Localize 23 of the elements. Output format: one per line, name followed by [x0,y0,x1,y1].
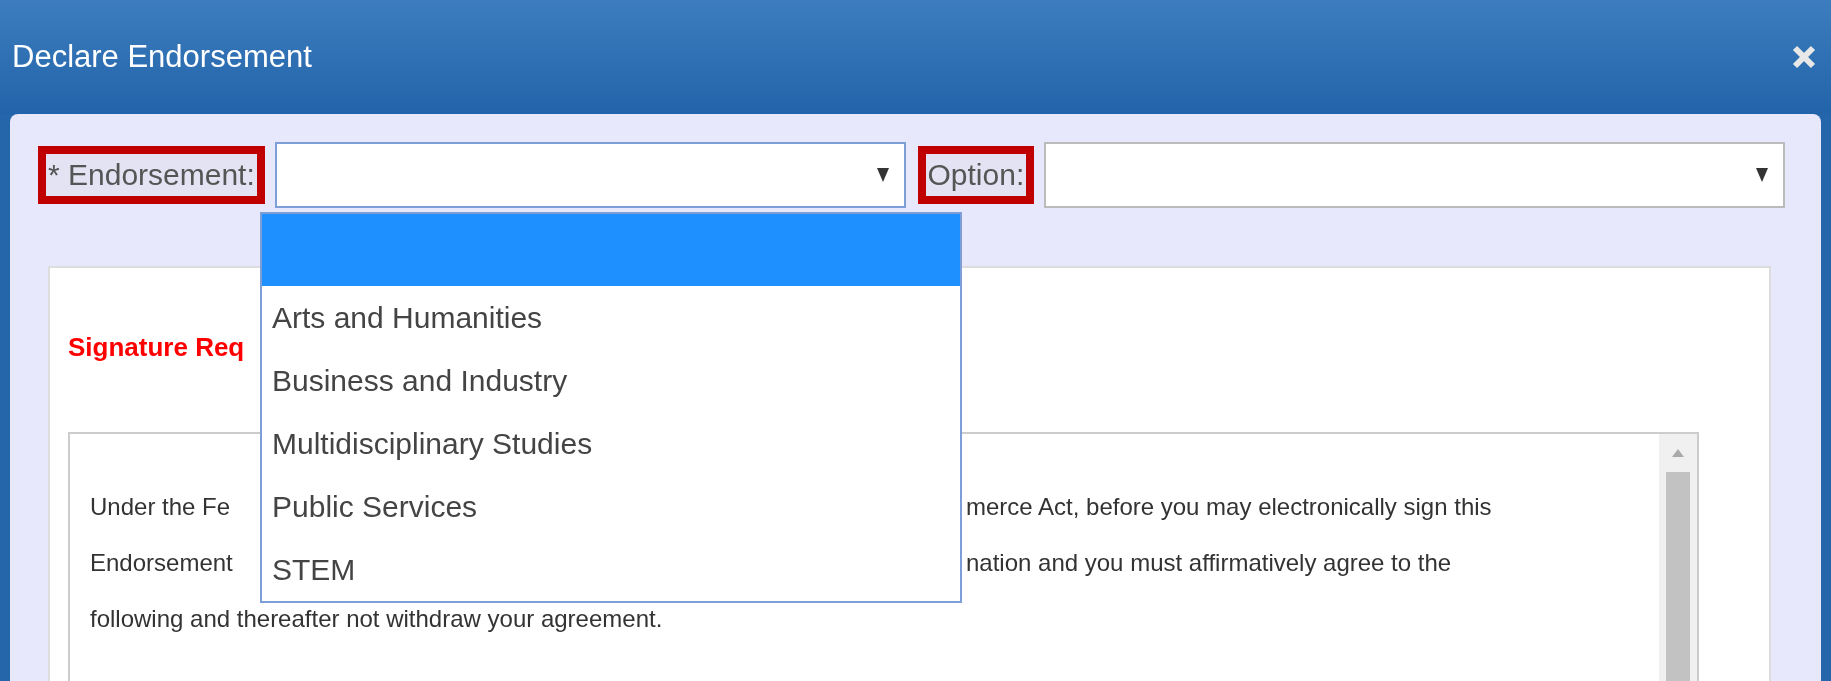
field-label: Option: [925,154,1027,196]
select-field[interactable] [274,142,906,208]
dropdown-option[interactable]: Arts and Humanities [262,286,960,349]
agreement-text: nation and you must affirmatively agree to the [966,549,1452,577]
dropdown-option[interactable] [262,214,960,286]
agreement-text: Endorsement [90,549,233,577]
dropdown-option[interactable]: Public Services [262,475,960,538]
agreement-text: merce Act, before you may electronically sign this [966,493,1492,521]
select-field[interactable] [1044,142,1785,208]
dropdown-option[interactable]: STEM [262,538,960,601]
caret-icon [875,166,890,184]
scroll-up-icon[interactable] [1671,448,1685,458]
agreement-text: following and thereafter not withdraw your agreement. [90,605,663,633]
close-icon[interactable] [1791,44,1817,70]
dropdown-option[interactable]: Multidisciplinary Studies [262,412,960,475]
section-heading: Signature Req [68,332,245,363]
caret-icon [1755,166,1769,184]
dropdown-option[interactable]: Business and Industry [262,349,960,412]
scroll-thumb[interactable] [1666,472,1690,681]
field-label: * Endorsement: [46,154,257,196]
scrollbar[interactable] [1659,434,1697,681]
window-title: Declare Endorsement [12,39,312,75]
agreement-text: Under the Fe [90,493,231,521]
